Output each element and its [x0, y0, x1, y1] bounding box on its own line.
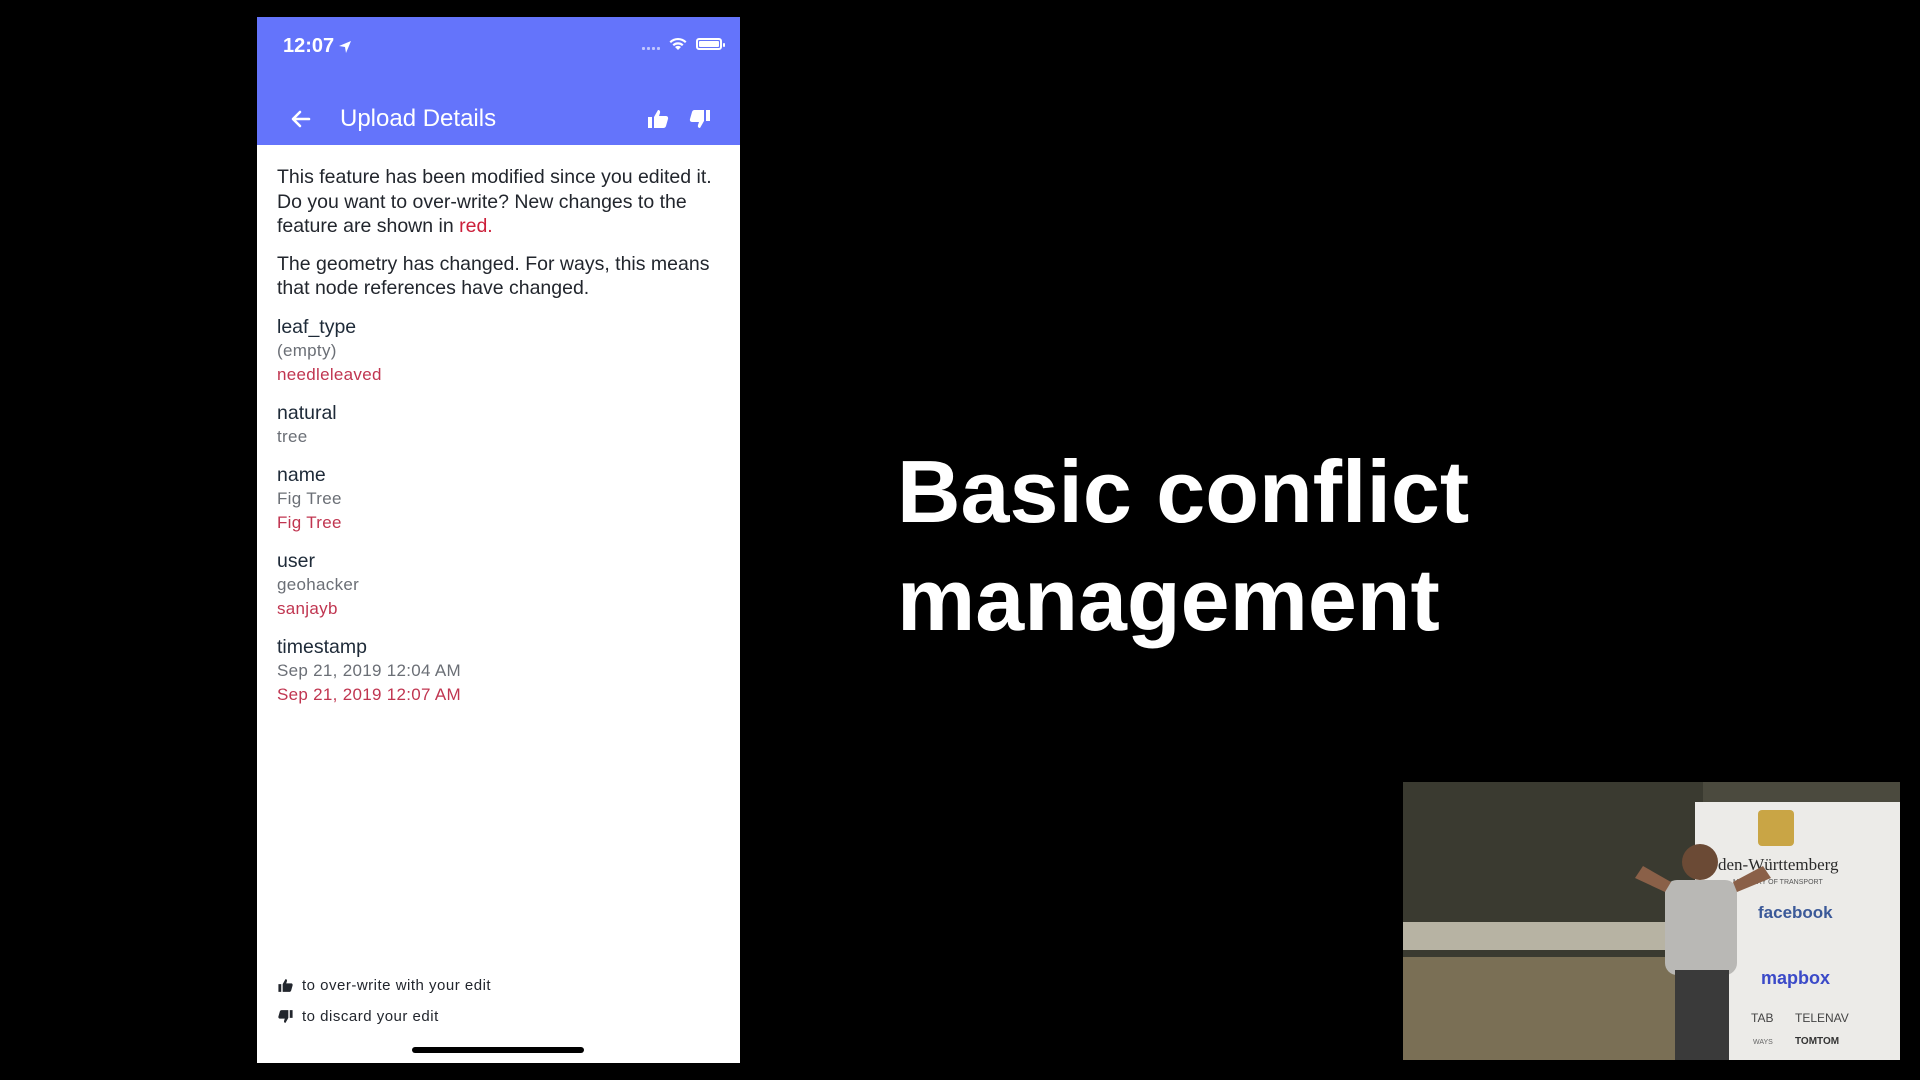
field-key: leaf_type: [277, 315, 357, 338]
legend-overwrite-text: to over-write with your edit: [302, 977, 492, 994]
speaker-video-frame: den-Württemberg MINISTRY OF TRANSPORT fa…: [1403, 782, 1900, 1060]
field-old-value: Fig Tree: [277, 488, 342, 508]
field-timestamp: timestamp Sep 21, 2019 12:04 AM Sep 21, 20…: [277, 635, 722, 707]
field-new-value: sanjayb: [277, 598, 338, 618]
field-old-value: Sep 21, 2019 12:04 AM: [277, 660, 461, 680]
slide-title: Basic conflict management: [897, 438, 1469, 654]
status-icons: [642, 37, 725, 51]
red-word: red.: [459, 215, 493, 237]
modified-notice: This feature has been modified since you…: [277, 166, 712, 188]
thumbs-down-button[interactable]: [682, 101, 718, 137]
video-sponsor-grab: TAB: [1751, 1011, 1773, 1025]
battery-icon: [696, 38, 725, 50]
back-button[interactable]: [283, 101, 319, 137]
arrow-left-icon: [291, 110, 311, 128]
status-time: 12:07: [283, 35, 352, 58]
thumbs-up-icon: [648, 110, 669, 128]
legend-discard: to discard your edit: [277, 1008, 697, 1025]
app-bar: 12:07 Upload Details: [257, 17, 740, 145]
thumbs-down-icon: [689, 110, 710, 128]
wifi-icon: [669, 37, 687, 50]
field-old-value: tree: [277, 426, 308, 446]
upload-details-content: This feature has been modified since you…: [277, 165, 722, 707]
video-sponsor-ways: WAYS: [1753, 1039, 1773, 1046]
legend-overwrite: to over-write with your edit: [277, 977, 697, 994]
video-sponsor-tomtom: TOMTOM: [1795, 1036, 1839, 1047]
field-key: user: [277, 549, 315, 572]
phone-screen: 12:07 Upload Details This feature has be…: [257, 17, 740, 1063]
field-natural: natural tree: [277, 401, 722, 449]
cellular-signal-icon: [642, 38, 660, 50]
conflict-message: This feature has been modified since you…: [277, 165, 722, 239]
field-new-value: Fig Tree: [277, 512, 342, 532]
field-key: timestamp: [277, 635, 367, 658]
field-list: leaf_type (empty) needleleaved natural tree n…: [277, 315, 722, 707]
video-sponsor-facebook: facebook: [1758, 903, 1833, 922]
video-banner-text: den-Württemberg: [1718, 855, 1839, 874]
video-sponsor-mapbox: mapbox: [1761, 968, 1830, 988]
slide-title-line2: management: [897, 550, 1440, 649]
field-name: name Fig Tree Fig Tree: [277, 463, 722, 535]
location-arrow-icon: [339, 40, 352, 53]
field-old-value: (empty): [277, 340, 337, 360]
home-indicator[interactable]: [412, 1047, 584, 1053]
video-sponsor-telenav: TELENAV: [1795, 1011, 1849, 1025]
status-time-text: 12:07: [283, 35, 335, 57]
field-key: natural: [277, 401, 337, 424]
page-title: Upload Details: [340, 105, 497, 132]
speaker-video: den-Württemberg MINISTRY OF TRANSPORT fa…: [1403, 782, 1900, 1060]
field-new-value: needleleaved: [277, 364, 382, 384]
slide-title-line1: Basic conflict: [897, 442, 1470, 541]
thumbs-up-button[interactable]: [640, 101, 676, 137]
coat-of-arms-icon: [1758, 810, 1794, 846]
field-leaf-type: leaf_type (empty) needleleaved: [277, 315, 722, 387]
thumbs-up-icon: [278, 979, 293, 992]
field-new-value: Sep 21, 2019 12:07 AM: [277, 684, 461, 704]
legend-discard-text: to discard your edit: [302, 1008, 439, 1025]
field-user: user geohacker sanjayb: [277, 549, 722, 621]
field-old-value: geohacker: [277, 574, 360, 594]
thumbs-down-icon: [278, 1010, 293, 1023]
geometry-note: The geometry has changed. For ways, this…: [277, 252, 710, 300]
field-key: name: [277, 463, 326, 486]
